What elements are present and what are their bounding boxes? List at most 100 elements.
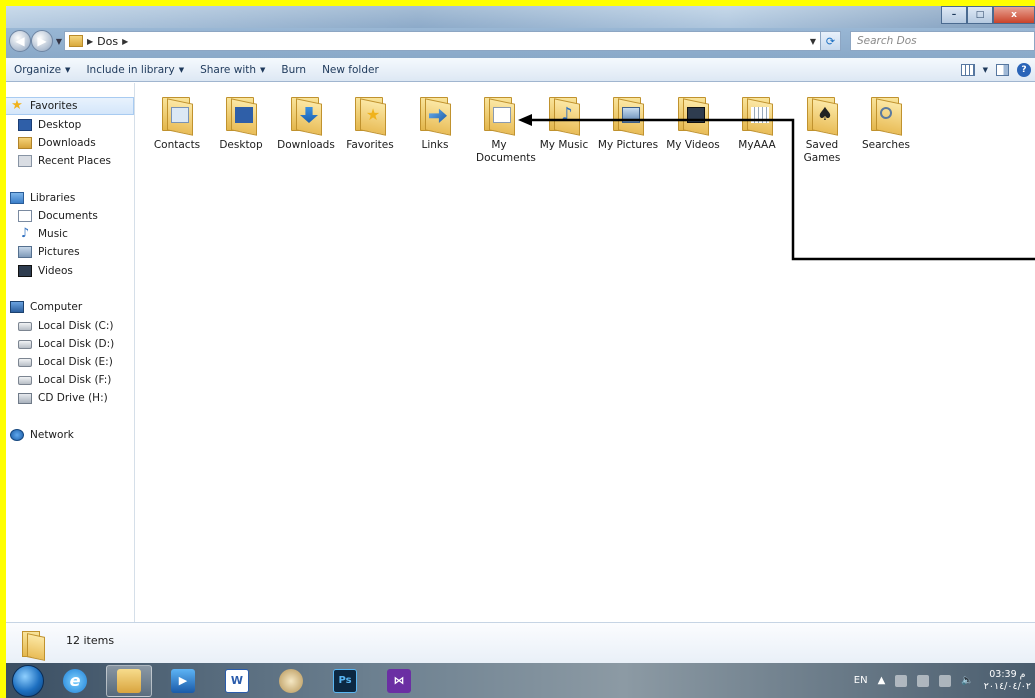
nav-label: Local Disk (E:): [38, 356, 113, 368]
chevron-up-icon[interactable]: ▲: [878, 675, 886, 686]
recent-places-icon: [18, 155, 32, 167]
new-folder-button[interactable]: New folder: [314, 64, 387, 76]
music-folder-icon: ♪: [545, 95, 583, 136]
help-icon[interactable]: ?: [1017, 63, 1031, 77]
folder-saved-games[interactable]: ♠ Saved Games: [791, 95, 853, 165]
volume-icon[interactable]: 🔈: [961, 675, 973, 686]
breadcrumb-dos[interactable]: Dos: [97, 35, 118, 48]
nav-documents[interactable]: Documents: [18, 207, 98, 225]
folder-my-videos[interactable]: My Videos: [662, 95, 724, 152]
searches-folder-icon: [867, 95, 905, 136]
taskbar-paint[interactable]: [268, 665, 314, 697]
nav-favorites[interactable]: ★ Favorites: [6, 97, 134, 115]
nav-videos[interactable]: Videos: [18, 262, 73, 280]
nav-label: Recent Places: [38, 155, 112, 167]
folder-icon: [69, 35, 83, 47]
visual-studio-icon: ⋈: [387, 668, 411, 693]
address-dropdown[interactable]: ▼: [806, 32, 820, 50]
nav-label: Favorites: [30, 100, 78, 112]
taskbar-visual-studio[interactable]: ⋈: [376, 665, 422, 697]
language-indicator[interactable]: EN: [854, 675, 868, 686]
taskbar-ie[interactable]: e: [52, 665, 98, 697]
power-icon[interactable]: [939, 674, 952, 687]
folder-my-music[interactable]: ♪ My Music: [533, 95, 595, 152]
nav-network[interactable]: Network: [10, 426, 74, 444]
word-icon: W: [225, 668, 249, 693]
folder-myaaa[interactable]: MyAAA: [726, 95, 788, 152]
taskbar-word[interactable]: W: [214, 665, 260, 697]
view-icon[interactable]: [960, 64, 975, 76]
nav-label: CD Drive (H:): [38, 392, 108, 404]
back-button[interactable]: ◀: [9, 30, 31, 52]
search-input[interactable]: Search Dos: [850, 31, 1035, 51]
nav-cd-drive[interactable]: CD Drive (H:): [18, 389, 108, 407]
folder-downloads[interactable]: Downloads: [275, 95, 337, 152]
folder-favorites[interactable]: ★ Favorites: [339, 95, 401, 152]
minimize-button[interactable]: –: [941, 6, 967, 24]
refresh-button[interactable]: ⟳: [820, 32, 840, 50]
item-label: Saved Games: [803, 139, 841, 164]
item-label: Desktop: [219, 139, 263, 151]
command-bar: Organize ▼ Include in library ▼ Share with…: [6, 58, 1035, 82]
nav-disk-c[interactable]: Local Disk (C:): [18, 317, 114, 335]
action-center-icon[interactable]: [895, 674, 908, 687]
forward-button[interactable]: ▶: [31, 30, 53, 52]
include-label: Include in library: [86, 63, 175, 76]
nav-pictures[interactable]: Pictures: [18, 243, 80, 261]
address-bar[interactable]: ▶ Dos ▶ ▼ ⟳: [64, 31, 841, 51]
share-with-menu[interactable]: Share with ▼: [192, 64, 273, 76]
document-icon: [18, 210, 32, 222]
taskbar-explorer[interactable]: [106, 664, 152, 697]
burn-button[interactable]: Burn: [273, 64, 314, 76]
hard-disk-icon: [18, 339, 32, 349]
folder-contents: Contacts Desktop Downloads ★ Favorites L…: [136, 83, 1035, 622]
view-controls: ▼ ?: [960, 58, 1035, 82]
nav-recent-places[interactable]: Recent Places: [18, 152, 111, 170]
photoshop-icon: Ps: [333, 668, 357, 693]
pictures-icon: [18, 246, 32, 258]
nav-desktop[interactable]: Desktop: [18, 116, 81, 134]
myaaa-folder-icon: [738, 95, 776, 136]
clock[interactable]: 03:39 م ٢٠١٤/٠٤/٠٢: [984, 669, 1031, 693]
chevron-down-icon: ▼: [178, 65, 185, 74]
nav-downloads[interactable]: Downloads: [18, 134, 96, 152]
contacts-folder-icon: [158, 95, 196, 136]
folder-desktop[interactable]: Desktop: [210, 95, 272, 152]
documents-folder-icon: [480, 95, 518, 136]
chevron-down-icon[interactable]: ▼: [983, 66, 988, 74]
share-label: Share with: [200, 63, 257, 76]
chevron-right-icon[interactable]: ▶: [87, 37, 93, 46]
nav-disk-f[interactable]: Local Disk (F:): [18, 371, 111, 389]
organize-label: Organize: [14, 63, 62, 76]
item-label: Searches: [861, 139, 910, 151]
downloads-folder-icon: [287, 95, 325, 136]
folder-my-pictures[interactable]: My Pictures: [597, 95, 659, 152]
item-label: My Music: [539, 139, 589, 151]
media-player-icon: ▶: [171, 668, 195, 693]
nav-libraries[interactable]: Libraries: [10, 189, 75, 207]
folder-contacts[interactable]: Contacts: [146, 95, 208, 152]
details-pane: 12 items: [6, 622, 1035, 663]
nav-label: Local Disk (D:): [38, 338, 115, 350]
organize-menu[interactable]: Organize ▼: [6, 64, 78, 76]
nav-disk-d[interactable]: Local Disk (D:): [18, 335, 114, 353]
maximize-button[interactable]: □: [967, 6, 993, 24]
nav-computer[interactable]: Computer: [10, 298, 82, 316]
nav-label: Pictures: [38, 246, 80, 258]
include-in-library-menu[interactable]: Include in library ▼: [78, 64, 192, 76]
taskbar-photoshop[interactable]: Ps: [322, 665, 368, 697]
close-button[interactable]: x: [993, 6, 1035, 24]
network-tray-icon[interactable]: [917, 674, 930, 687]
taskbar-media-player[interactable]: ▶: [160, 665, 206, 697]
nav-disk-e[interactable]: Local Disk (E:): [18, 353, 113, 371]
nav-label: Videos: [38, 265, 73, 277]
start-button[interactable]: [12, 664, 44, 697]
chevron-right-icon[interactable]: ▶: [122, 37, 128, 46]
videos-icon: [18, 265, 32, 277]
hard-disk-icon: [18, 375, 32, 385]
nav-music[interactable]: ♪ Music: [18, 225, 68, 243]
folder-searches[interactable]: Searches: [855, 95, 917, 152]
folder-my-documents[interactable]: My Documents: [468, 95, 536, 165]
folder-links[interactable]: Links: [404, 95, 466, 152]
preview-pane-icon[interactable]: [996, 64, 1009, 76]
